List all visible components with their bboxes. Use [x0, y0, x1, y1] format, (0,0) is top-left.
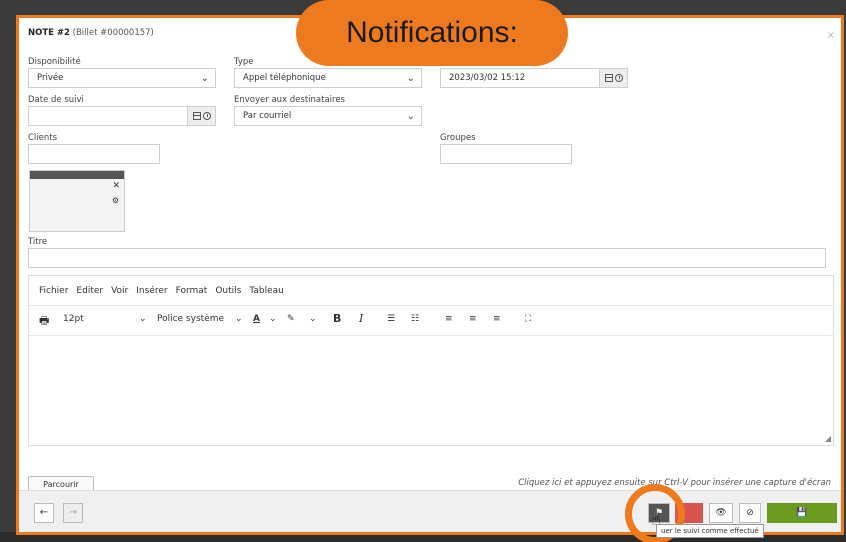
calendar-icon[interactable] [604, 74, 613, 82]
editor-menubar: Fichier Editer Voir Insérer Format Outil… [29, 276, 833, 306]
chevron-down-icon: ⌄ [406, 111, 415, 122]
close-icon[interactable]: × [827, 30, 835, 41]
chevron-down-icon[interactable]: ⌄ [269, 314, 277, 324]
chevron-down-icon[interactable]: ⌄ [235, 314, 243, 324]
arrow-right-icon: → [68, 507, 78, 518]
chevron-down-icon: ⌄ [406, 73, 415, 84]
client-widget: ✕ ⚙ [29, 170, 125, 232]
menu-tools[interactable]: Outils [215, 286, 241, 296]
type-select[interactable]: Appel téléphonique ⌄ [234, 68, 422, 88]
cancel-button[interactable]: ⊘ [739, 503, 761, 523]
datetime-value: 2023/03/02 15:12 [449, 73, 526, 83]
menu-insert[interactable]: Insérer [136, 286, 167, 296]
ticket-number: (Billet #00000157) [72, 28, 154, 38]
font-size-select[interactable]: 12pt [63, 314, 84, 324]
menu-file[interactable]: Fichier [39, 286, 68, 296]
type-value: Appel téléphonique [243, 73, 326, 83]
title-input[interactable] [28, 248, 826, 268]
clients-label: Clients [28, 133, 58, 143]
chevron-down-icon[interactable]: ⌄ [139, 314, 147, 324]
next-button[interactable]: → [63, 503, 83, 523]
datetime-picker[interactable] [599, 69, 627, 87]
availability-value: Privée [37, 73, 64, 83]
groups-input[interactable] [440, 144, 572, 164]
remove-icon[interactable]: ✕ [112, 181, 120, 191]
align-left-icon[interactable]: ≡ [445, 314, 453, 324]
availability-select[interactable]: Privée ⌄ [28, 68, 216, 88]
editor-content-area[interactable]: ◢ [29, 336, 833, 445]
print-icon[interactable]: 🖶 [39, 312, 49, 331]
save-icon: 💾 [796, 508, 808, 518]
gear-icon[interactable]: ⚙ [112, 196, 119, 205]
groups-label: Groupes [440, 133, 476, 143]
fullscreen-icon[interactable]: ⛶ [525, 314, 531, 324]
clock-icon[interactable] [614, 74, 623, 82]
menu-format[interactable]: Format [176, 286, 208, 296]
visibility-button[interactable]: 👁 [709, 503, 733, 523]
datetime-input[interactable]: 2023/03/02 15:12 [440, 68, 628, 88]
menu-view[interactable]: Voir [111, 286, 128, 296]
eye-off-icon: 👁 [715, 508, 727, 518]
text-color-icon[interactable]: A [253, 314, 260, 324]
followup-label: Date de suivi [28, 95, 84, 105]
resize-handle-icon[interactable]: ◢ [825, 434, 831, 443]
modal-title: NOTE #2 (Billet #00000157) [28, 28, 154, 38]
button-tooltip: uer le suivi comme effectué [656, 524, 764, 538]
bullet-list-icon[interactable]: ☷ [411, 314, 419, 324]
highlight-icon[interactable]: ✎ [287, 314, 295, 324]
font-family-select[interactable]: Police système [157, 314, 224, 324]
followup-date-input[interactable] [28, 106, 216, 126]
clients-input[interactable] [28, 144, 160, 164]
menu-table[interactable]: Tableau [249, 286, 284, 296]
type-label: Type [234, 57, 254, 67]
widget-header-bar [30, 171, 124, 179]
menu-edit[interactable]: Editer [76, 286, 103, 296]
ordered-list-icon[interactable]: ☰ [387, 314, 395, 324]
align-center-icon[interactable]: ≡ [469, 314, 477, 324]
note-number: NOTE #2 [28, 28, 70, 38]
send-to-select[interactable]: Par courriel ⌄ [234, 106, 422, 126]
align-right-icon[interactable]: ≡ [493, 314, 501, 324]
chevron-down-icon: ⌄ [200, 73, 209, 84]
clock-icon[interactable] [202, 112, 211, 120]
editor-toolbar: 🖶 12pt ⌄ Police système ⌄ A ⌄ ✎ ⌄ B I ☰ … [29, 306, 833, 336]
send-to-value: Par courriel [243, 111, 292, 121]
title-label: Titre [28, 237, 48, 247]
chevron-down-icon[interactable]: ⌄ [309, 314, 317, 324]
bold-icon[interactable]: B [333, 312, 341, 325]
note-modal: NOTE #2 (Billet #00000157) × Disponibili… [16, 15, 844, 535]
availability-label: Disponibilité [28, 57, 81, 67]
arrow-left-icon: ← [39, 507, 49, 518]
calendar-icon[interactable] [192, 112, 201, 120]
save-button[interactable]: 💾 [767, 503, 837, 523]
followup-picker[interactable] [187, 107, 215, 125]
rich-text-editor: Fichier Editer Voir Insérer Format Outil… [28, 275, 834, 446]
cancel-icon: ⊘ [746, 508, 754, 518]
paste-screenshot-hint[interactable]: Cliquez ici et appuyez ensuite sur Ctrl-… [518, 478, 831, 488]
notifications-callout: Notifications: [296, 0, 568, 66]
italic-icon[interactable]: I [359, 312, 363, 325]
previous-button[interactable]: ← [34, 503, 54, 523]
send-to-label: Envoyer aux destinataires [234, 95, 345, 105]
